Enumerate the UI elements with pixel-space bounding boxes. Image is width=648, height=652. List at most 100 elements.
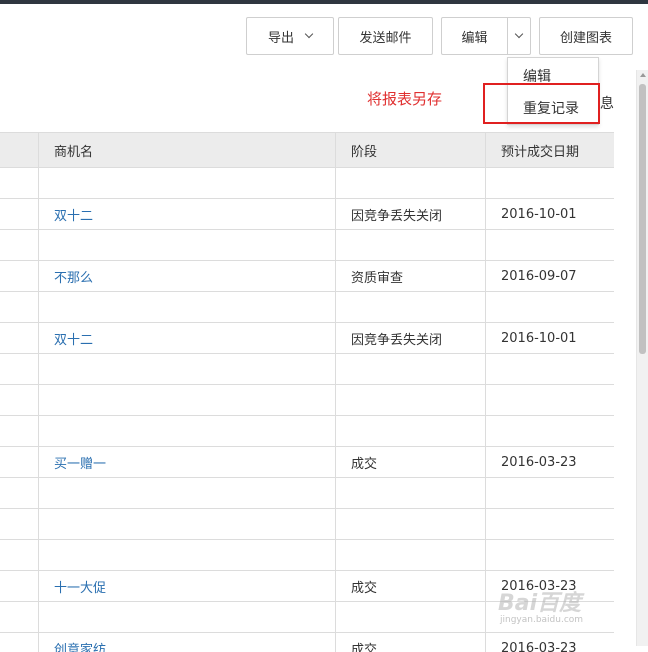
cell-stage [336, 540, 486, 571]
menu-item-edit[interactable]: 编辑 [523, 66, 551, 86]
row-blank-cell [0, 447, 39, 478]
cell-opportunity-name [39, 509, 336, 540]
row-blank-cell [0, 199, 39, 230]
table-row [0, 292, 614, 323]
watermark-url: jingyan.baidu.com [500, 615, 583, 625]
menu-item-duplicate[interactable]: 重复记录 [523, 98, 579, 118]
cell-close-date [486, 509, 615, 540]
cell-opportunity-name [39, 385, 336, 416]
cell-opportunity-name[interactable]: 创意家纺 [39, 633, 336, 652]
send-mail-button[interactable]: 发送邮件 [338, 17, 433, 55]
table-row [0, 168, 614, 199]
edit-label: 编辑 [461, 27, 487, 46]
cell-opportunity-name[interactable]: 双十二 [39, 199, 336, 230]
edit-dropdown-toggle[interactable] [508, 18, 530, 54]
cell-stage [336, 509, 486, 540]
export-label: 导出 [268, 27, 294, 46]
row-blank-cell [0, 385, 39, 416]
row-blank-cell [0, 633, 39, 652]
cell-stage: 因竞争丢失关闭 [336, 199, 486, 230]
table-row: 买一赠一成交2016-03-23 [0, 447, 614, 478]
cell-opportunity-name [39, 292, 336, 323]
cell-opportunity-name [39, 416, 336, 447]
cell-opportunity-name[interactable]: 不那么 [39, 261, 336, 292]
cell-close-date [486, 385, 615, 416]
cell-stage [336, 230, 486, 261]
row-blank-cell [0, 261, 39, 292]
annotation-text: 将报表另存 [367, 88, 442, 109]
table-row: 不那么资质审查2016-09-07 [0, 261, 614, 292]
row-blank-cell [0, 168, 39, 199]
table-row [0, 354, 614, 385]
cell-opportunity-name[interactable]: 买一赠一 [39, 447, 336, 478]
cell-close-date [486, 478, 615, 509]
send-mail-label: 发送邮件 [359, 27, 411, 46]
cell-stage [336, 478, 486, 509]
column-header-blank [0, 133, 39, 168]
row-blank-cell [0, 509, 39, 540]
scrollbar-thumb[interactable] [639, 84, 646, 354]
cell-stage [336, 602, 486, 633]
cell-opportunity-name [39, 230, 336, 261]
column-header-date[interactable]: 预计成交日期 [486, 133, 615, 168]
cell-close-date [486, 292, 615, 323]
cell-close-date [486, 354, 615, 385]
chevron-down-icon [305, 30, 313, 38]
row-blank-cell [0, 416, 39, 447]
cell-stage: 成交 [336, 571, 486, 602]
table-row [0, 230, 614, 261]
partial-label: 息 [600, 93, 614, 113]
cell-close-date [486, 168, 615, 199]
cell-close-date: 2016-09-07 [486, 261, 615, 292]
row-blank-cell [0, 292, 39, 323]
table-row [0, 385, 614, 416]
report-table: 商机名 阶段 预计成交日期 双十二因竞争丢失关闭2016-10-01不那么资质审… [0, 132, 614, 652]
row-blank-cell [0, 354, 39, 385]
cell-close-date: 2016-10-01 [486, 199, 615, 230]
scroll-up-icon[interactable] [640, 73, 646, 77]
table-row [0, 540, 614, 571]
table-row [0, 416, 614, 447]
row-blank-cell [0, 323, 39, 354]
table-row: 双十二因竞争丢失关闭2016-10-01 [0, 199, 614, 230]
cell-stage: 因竞争丢失关闭 [336, 323, 486, 354]
table-header-row: 商机名 阶段 预计成交日期 [0, 133, 614, 168]
cell-opportunity-name [39, 540, 336, 571]
report-table-container: 商机名 阶段 预计成交日期 双十二因竞争丢失关闭2016-10-01不那么资质审… [0, 132, 614, 652]
cell-close-date [486, 230, 615, 261]
export-button[interactable]: 导出 [246, 17, 334, 55]
cell-opportunity-name[interactable]: 双十二 [39, 323, 336, 354]
cell-stage [336, 292, 486, 323]
row-blank-cell [0, 540, 39, 571]
cell-stage: 成交 [336, 447, 486, 478]
cell-close-date [486, 416, 615, 447]
column-header-name[interactable]: 商机名 [39, 133, 336, 168]
table-row [0, 478, 614, 509]
table-row: 创意家纺成交2016-03-23 [0, 633, 614, 652]
column-header-stage[interactable]: 阶段 [336, 133, 486, 168]
row-blank-cell [0, 571, 39, 602]
row-blank-cell [0, 478, 39, 509]
chevron-down-icon [515, 30, 523, 38]
create-chart-label: 创建图表 [560, 27, 612, 46]
vertical-scrollbar[interactable] [636, 70, 648, 646]
create-chart-button[interactable]: 创建图表 [539, 17, 633, 55]
edit-button[interactable]: 编辑 [442, 18, 508, 54]
cell-stage [336, 416, 486, 447]
cell-stage: 资质审查 [336, 261, 486, 292]
cell-close-date: 2016-03-23 [486, 447, 615, 478]
cell-opportunity-name [39, 478, 336, 509]
cell-stage: 成交 [336, 633, 486, 652]
cell-close-date: 2016-03-23 [486, 633, 615, 652]
row-blank-cell [0, 230, 39, 261]
table-row [0, 509, 614, 540]
cell-close-date [486, 540, 615, 571]
table-row: 双十二因竞争丢失关闭2016-10-01 [0, 323, 614, 354]
cell-stage [336, 385, 486, 416]
cell-opportunity-name[interactable]: 十一大促 [39, 571, 336, 602]
cell-stage [336, 168, 486, 199]
watermark-logo: Bai百度 [498, 585, 581, 617]
cell-opportunity-name [39, 168, 336, 199]
row-blank-cell [0, 602, 39, 633]
cell-opportunity-name [39, 354, 336, 385]
